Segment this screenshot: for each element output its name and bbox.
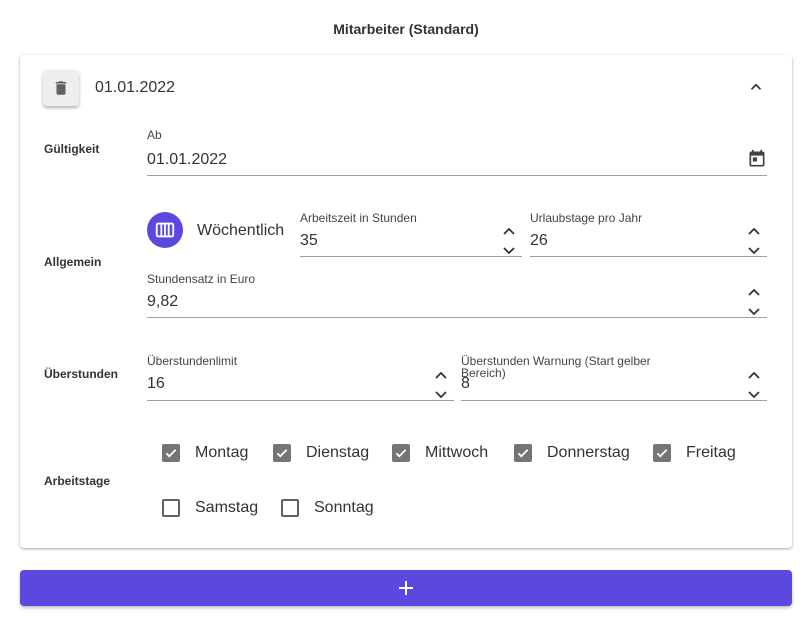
- chevron-up-icon[interactable]: [502, 226, 516, 236]
- overtime-limit-label: Überstundenlimit: [147, 354, 238, 368]
- collapse-button[interactable]: [744, 75, 768, 99]
- checkbox-sonntag[interactable]: Sonntag: [281, 499, 374, 517]
- check-icon: [656, 449, 668, 458]
- checkbox-dienstag[interactable]: Dienstag: [273, 444, 369, 462]
- valid-from-field[interactable]: Ab 01.01.2022: [147, 129, 767, 176]
- checkbox-samstag[interactable]: Samstag: [162, 499, 258, 517]
- working-hours-spinner[interactable]: [502, 226, 516, 256]
- valid-from-value: 01.01.2022: [147, 151, 228, 168]
- interval-toggle-button[interactable]: [147, 212, 183, 248]
- vacation-days-spinner[interactable]: [747, 226, 761, 256]
- chevron-up-icon[interactable]: [747, 287, 761, 297]
- hourly-rate-field[interactable]: Stundensatz in Euro 9,82: [147, 273, 767, 318]
- allgemein-label: Allgemein: [44, 255, 102, 269]
- chevron-up-icon[interactable]: [434, 370, 448, 380]
- overtime-warning-spinner[interactable]: [747, 370, 761, 400]
- hourly-rate-spinner[interactable]: [747, 287, 761, 317]
- valid-from-label: Ab: [147, 128, 162, 142]
- vacation-days-field[interactable]: Urlaubstage pro Jahr 26: [530, 212, 767, 257]
- overtime-limit-field[interactable]: Überstundenlimit 16: [147, 355, 454, 401]
- overtime-warning-label: Überstunden Warnung (Start gelber Bereic…: [461, 354, 651, 380]
- checkbox-label: Freitag: [686, 444, 736, 461]
- calendar-icon[interactable]: [747, 149, 767, 169]
- checkbox-box[interactable]: [653, 444, 671, 462]
- vacation-days-label: Urlaubstage pro Jahr: [530, 211, 643, 225]
- hourly-rate-value: 9,82: [147, 293, 179, 310]
- gueltigkeit-label: Gültigkeit: [44, 142, 100, 156]
- chevron-down-icon[interactable]: [747, 307, 761, 317]
- overtime-limit-value: 16: [147, 375, 165, 392]
- check-icon: [165, 449, 177, 458]
- working-hours-label: Arbeitszeit in Stunden: [300, 211, 417, 225]
- chevron-up-icon[interactable]: [747, 370, 761, 380]
- working-hours-field[interactable]: Arbeitszeit in Stunden 35: [300, 212, 522, 257]
- checkbox-donnerstag[interactable]: Donnerstag: [514, 444, 630, 462]
- ueberstunden-label: Überstunden: [44, 367, 119, 381]
- checkbox-label: Montag: [195, 444, 249, 461]
- checkbox-box[interactable]: [514, 444, 532, 462]
- check-icon: [276, 449, 288, 458]
- trash-icon: [55, 81, 67, 95]
- chevron-up-icon[interactable]: [747, 226, 761, 236]
- checkbox-label: Donnerstag: [547, 444, 630, 461]
- checkbox-box[interactable]: [392, 444, 410, 462]
- overtime-limit-spinner[interactable]: [434, 370, 448, 400]
- add-button[interactable]: [20, 570, 792, 606]
- check-icon: [517, 449, 529, 458]
- chevron-down-icon[interactable]: [747, 390, 761, 400]
- working-hours-value: 35: [300, 232, 318, 249]
- checkbox-mittwoch[interactable]: Mittwoch: [392, 444, 488, 462]
- checkbox-montag[interactable]: Montag: [162, 444, 248, 462]
- chevron-down-icon[interactable]: [434, 390, 448, 400]
- checkbox-label: Samstag: [195, 499, 259, 516]
- interval-label: Wöchentlich: [197, 222, 285, 239]
- chevron-up-icon: [750, 83, 762, 90]
- checkbox-freitag[interactable]: Freitag: [653, 444, 736, 462]
- checkbox-label: Dienstag: [306, 444, 370, 461]
- check-icon: [395, 449, 407, 458]
- hourly-rate-label: Stundensatz in Euro: [147, 272, 256, 286]
- delete-button[interactable]: [43, 70, 79, 106]
- overtime-warning-field[interactable]: Überstunden Warnung (Start gelber Bereic…: [461, 355, 767, 401]
- checkbox-box[interactable]: [162, 499, 180, 517]
- calendar-view-week-icon: [155, 222, 175, 238]
- checkbox-box[interactable]: [281, 499, 299, 517]
- checkbox-label: Sonntag: [314, 499, 374, 516]
- page-title: Mitarbeiter (Standard): [333, 21, 479, 37]
- header-date: 01.01.2022: [95, 79, 176, 96]
- plus-icon: [399, 581, 413, 595]
- schedule-card: 01.01.2022 Gültigkeit Ab 01.01.2022 Allg…: [20, 55, 792, 548]
- vacation-days-value: 26: [530, 232, 548, 249]
- checkbox-box[interactable]: [273, 444, 291, 462]
- overtime-warning-value: 8: [461, 375, 470, 392]
- checkbox-box[interactable]: [162, 444, 180, 462]
- chevron-down-icon[interactable]: [502, 246, 516, 256]
- chevron-down-icon[interactable]: [747, 246, 761, 256]
- checkbox-label: Mittwoch: [425, 444, 489, 461]
- arbeitstage-label: Arbeitstage: [44, 474, 111, 488]
